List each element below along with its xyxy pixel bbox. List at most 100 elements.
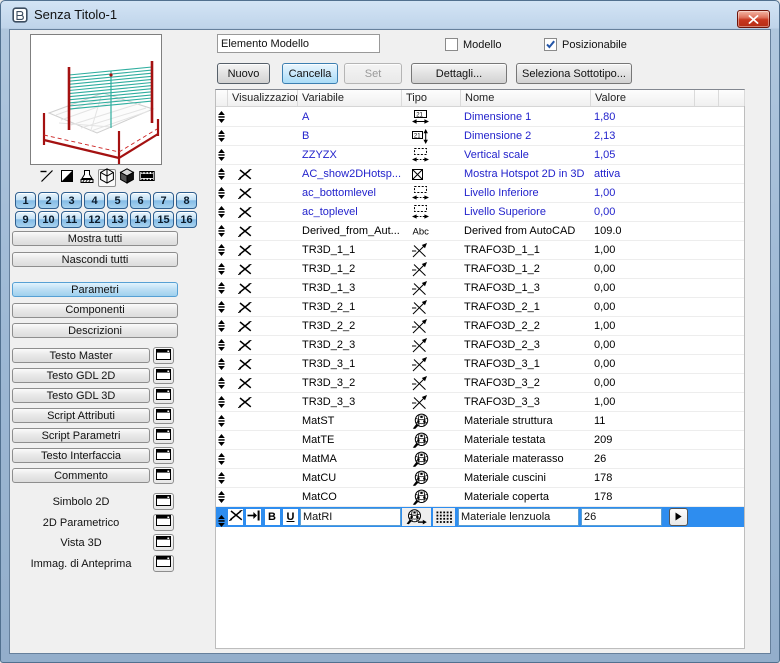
array-values-icon[interactable] xyxy=(433,508,455,526)
tab-parametri[interactable]: Parametri xyxy=(12,282,178,297)
expand-value-button[interactable] xyxy=(669,508,688,526)
page-button-8[interactable]: 8 xyxy=(176,192,197,209)
open-script-window-button[interactable] xyxy=(153,407,174,424)
reorder-icon[interactable] xyxy=(218,298,228,316)
page-button-2[interactable]: 2 xyxy=(38,192,59,209)
page-button-7[interactable]: 7 xyxy=(153,192,174,209)
open-view-window-button[interactable] xyxy=(153,534,174,551)
bold-button[interactable]: B xyxy=(265,509,280,525)
page-button-15[interactable]: 15 xyxy=(153,211,174,228)
reorder-icon[interactable] xyxy=(218,488,228,506)
hidden-icon[interactable] xyxy=(238,298,254,316)
page-button-12[interactable]: 12 xyxy=(84,211,105,228)
table-row[interactable]: Derived_from_Aut...AbcDerived from AutoC… xyxy=(216,222,744,241)
script-button-1[interactable]: Testo Master xyxy=(12,348,150,363)
table-row[interactable]: B21Dimensione 22,13 xyxy=(216,127,744,146)
reorder-icon[interactable] xyxy=(218,336,228,354)
table-row[interactable]: TR3D_1_3TRAFO3D_1_30,00 xyxy=(216,279,744,298)
tab-componenti[interactable]: Componenti xyxy=(12,303,178,318)
show-all-button[interactable]: Mostra tutti xyxy=(12,231,178,246)
script-button-6[interactable]: Testo Interfaccia xyxy=(12,448,150,463)
table-row[interactable]: TR3D_1_2TRAFO3D_1_20,00 xyxy=(216,260,744,279)
table-row[interactable]: TR3D_2_1TRAFO3D_2_10,00 xyxy=(216,298,744,317)
table-row[interactable]: TR3D_3_1TRAFO3D_3_10,00 xyxy=(216,355,744,374)
indent-button[interactable] xyxy=(246,509,261,525)
script-button-7[interactable]: Commento xyxy=(12,468,150,483)
3d-wireframe-mode-button[interactable] xyxy=(98,169,116,187)
reorder-icon[interactable] xyxy=(218,203,228,221)
table-row[interactable]: MatSTMateriale struttura11 xyxy=(216,412,744,431)
page-button-9[interactable]: 9 xyxy=(15,211,36,228)
page-button-16[interactable]: 16 xyxy=(176,211,197,228)
reorder-icon[interactable] xyxy=(218,355,228,373)
hidden-icon[interactable] xyxy=(238,222,254,240)
cancella-button[interactable]: Cancella xyxy=(282,63,338,84)
dettagli-button[interactable]: Dettagli... xyxy=(411,63,507,84)
table-row[interactable]: TR3D_1_1TRAFO3D_1_11,00 xyxy=(216,241,744,260)
table-row[interactable]: ac_toplevelLivello Superiore0,00 xyxy=(216,203,744,222)
page-button-6[interactable]: 6 xyxy=(130,192,151,209)
page-button-14[interactable]: 14 xyxy=(130,211,151,228)
table-row[interactable]: TR3D_2_2TRAFO3D_2_21,00 xyxy=(216,317,744,336)
table-row[interactable]: AC_show2DHotsp...Mostra Hotspot 2D in 3D… xyxy=(216,165,744,184)
open-script-window-button[interactable] xyxy=(153,347,174,364)
selected-row[interactable]: BU xyxy=(216,507,744,527)
underline-button[interactable]: U xyxy=(283,509,298,525)
nuovo-button[interactable]: Nuovo xyxy=(217,63,270,84)
table-row[interactable]: MatMAMateriale materasso26 xyxy=(216,450,744,469)
table-row[interactable]: ac_bottomlevelLivello Inferiore1,00 xyxy=(216,184,744,203)
table-row[interactable]: TR3D_2_3TRAFO3D_2_30,00 xyxy=(216,336,744,355)
hidden-icon[interactable] xyxy=(238,355,254,373)
title-bar[interactable]: Senza Titolo-1 xyxy=(1,1,779,29)
table-row[interactable]: MatCOMateriale coperta178 xyxy=(216,488,744,507)
hidden-icon[interactable] xyxy=(238,165,254,183)
seleziona-sottotipo-button[interactable]: Seleziona Sottotipo... xyxy=(516,63,632,84)
page-button-5[interactable]: 5 xyxy=(107,192,128,209)
hidden-icon[interactable] xyxy=(238,279,254,297)
open-script-window-button[interactable] xyxy=(153,427,174,444)
page-button-13[interactable]: 13 xyxy=(107,211,128,228)
reorder-icon[interactable] xyxy=(218,431,228,449)
hidden-icon[interactable] xyxy=(238,317,254,335)
name-input[interactable] xyxy=(458,508,579,526)
hidden-icon[interactable] xyxy=(238,336,254,354)
reorder-icon[interactable] xyxy=(218,184,228,202)
reorder-icon[interactable] xyxy=(218,279,228,297)
hide-all-button[interactable]: Nascondi tutti xyxy=(12,252,178,267)
reorder-icon[interactable] xyxy=(218,374,228,392)
open-view-window-button[interactable] xyxy=(153,493,174,510)
page-button-3[interactable]: 3 xyxy=(61,192,82,209)
table-row[interactable]: TR3D_3_3TRAFO3D_3_31,00 xyxy=(216,393,744,412)
open-script-window-button[interactable] xyxy=(153,467,174,484)
reorder-icon[interactable] xyxy=(218,127,228,145)
hidden-icon[interactable] xyxy=(238,184,254,202)
posizionabile-checkbox[interactable] xyxy=(544,38,557,51)
tab-descrizioni[interactable]: Descrizioni xyxy=(12,323,178,338)
reorder-icon[interactable] xyxy=(218,469,228,487)
open-view-window-button[interactable] xyxy=(153,555,174,572)
open-script-window-button[interactable] xyxy=(153,387,174,404)
script-button-5[interactable]: Script Parametri xyxy=(12,428,150,443)
page-button-4[interactable]: 4 xyxy=(84,192,105,209)
script-button-3[interactable]: Testo GDL 3D xyxy=(12,388,150,403)
reorder-icon[interactable] xyxy=(218,146,228,164)
close-button[interactable] xyxy=(737,10,770,28)
table-row[interactable]: MatCUMateriale cuscini178 xyxy=(216,469,744,488)
reorder-icon[interactable] xyxy=(218,260,228,278)
reorder-icon[interactable] xyxy=(218,241,228,259)
open-script-window-button[interactable] xyxy=(153,367,174,384)
reorder-icon[interactable] xyxy=(218,450,228,468)
table-row[interactable]: TR3D_3_2TRAFO3D_3_20,00 xyxy=(216,374,744,393)
animation-mode-button[interactable] xyxy=(138,169,156,187)
2d-symbol-filled-mode-button[interactable] xyxy=(58,169,76,187)
hidden-icon[interactable] xyxy=(238,393,254,411)
stamp-section-mode-button[interactable] xyxy=(78,169,96,187)
hidden-icon[interactable] xyxy=(238,203,254,221)
value-input[interactable] xyxy=(581,508,662,526)
reorder-icon[interactable] xyxy=(218,412,228,430)
script-button-4[interactable]: Script Attributi xyxy=(12,408,150,423)
table-row[interactable]: A21Dimensione 11,80 xyxy=(216,108,744,127)
page-button-1[interactable]: 1 xyxy=(15,192,36,209)
reorder-icon[interactable] xyxy=(218,317,228,335)
modello-checkbox[interactable] xyxy=(445,38,458,51)
